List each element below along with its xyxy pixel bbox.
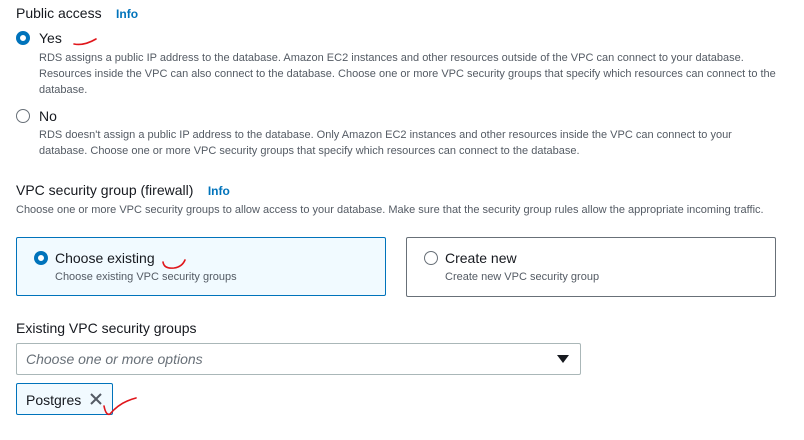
create-new-card[interactable]: Create new Create new VPC security group [406,237,776,297]
existing-groups-placeholder: Choose one or more options [26,351,203,367]
public-access-no-label[interactable]: No [39,108,57,124]
public-access-no-description: RDS doesn't assign a public IP address t… [39,129,732,157]
vpc-security-group-heading: VPC security group (firewall) Info [16,182,230,200]
annotation-mark-choose-existing [162,259,186,269]
vpc-security-group-description: Choose one or more VPC security groups t… [16,204,764,216]
annotation-mark-yes [73,38,97,46]
existing-groups-label: Existing VPC security groups [16,320,197,336]
public-access-info-link[interactable]: Info [116,7,138,21]
choose-existing-radio[interactable] [34,251,48,265]
choose-existing-label: Choose existing [55,250,155,266]
token-label: Postgres [26,392,82,408]
public-access-title: Public access [16,5,102,21]
vpc-security-group-info-link[interactable]: Info [208,184,230,198]
public-access-no-radio[interactable] [16,109,30,123]
choose-existing-card[interactable]: Choose existing Choose existing VPC secu… [16,237,386,296]
choose-existing-description: Choose existing VPC security groups [55,271,237,283]
selected-token-postgres: Postgres [16,383,113,415]
annotation-mark-postgres [103,397,137,416]
create-new-label: Create new [445,250,517,266]
public-access-yes-description: RDS assigns a public IP address to the d… [39,52,776,96]
public-access-yes-label[interactable]: Yes [39,30,62,46]
vpc-security-group-title: VPC security group (firewall) [16,182,194,198]
public-access-yes-radio[interactable] [16,31,30,45]
create-new-description: Create new VPC security group [445,271,600,283]
public-access-heading: Public access Info [16,5,138,23]
existing-groups-select[interactable]: Choose one or more options [16,343,581,375]
create-new-radio[interactable] [424,251,438,265]
caret-down-icon [557,355,569,363]
